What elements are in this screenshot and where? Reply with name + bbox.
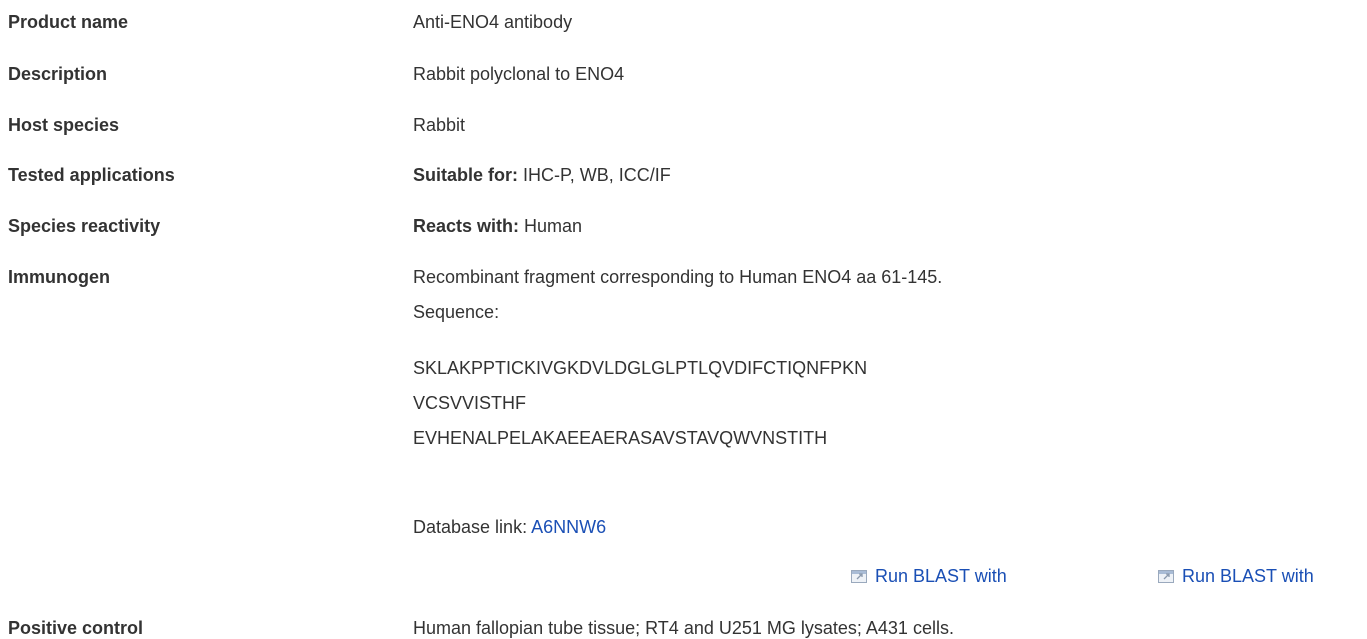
immunogen-label: Immunogen [8,267,110,287]
reacts-with-prefix: Reacts with: [413,216,520,236]
run-blast-label: Run BLAST with [875,566,1007,586]
immunogen-text: Recombinant fragment corresponding to Hu… [413,267,943,287]
run-blast-label: Run BLAST with [1182,566,1314,586]
sequence-label: Sequence: [413,302,500,322]
suitable-for-prefix: Suitable for: [413,165,519,185]
tested-applications-label: Tested applications [8,165,175,185]
species-reactivity-label: Species reactivity [8,216,161,236]
product-name-value: Anti-ENO4 antibody [413,12,573,32]
description-value: Rabbit polyclonal to ENO4 [413,64,625,84]
sequence-line: SKLAKPPTICKIVGKDVLDGLGLPTLQVDIFCTIQNFPKN [413,358,868,378]
external-link-icon [851,569,867,583]
sequence-block: SKLAKPPTICKIVGKDVLDGLGLPTLQVDIFCTIQNFPKN… [413,351,867,456]
applications-list: IHC-P, WB, ICC/IF [523,165,671,185]
sequence-line: VCSVVISTHF [413,393,527,413]
external-link-icon [1158,569,1174,583]
run-blast-link-1[interactable]: Run BLAST with [851,566,1007,587]
run-blast-link-2[interactable]: Run BLAST with [1158,566,1314,587]
positive-control-value: Human fallopian tube tissue; RT4 and U25… [413,618,954,638]
positive-control-label: Positive control [8,618,144,638]
description-label: Description [8,64,108,84]
product-name-label: Product name [8,12,129,32]
database-link-row: Database link: A6NNW6 [413,517,606,538]
database-link-label: Database link: [413,517,528,537]
species-reactivity-value: Reacts with: Human [413,216,582,237]
reactivity-species: Human [524,216,583,236]
tested-applications-value: Suitable for: IHC-P, WB, ICC/IF [413,165,671,186]
database-link-a6nnw6[interactable]: A6NNW6 [531,517,606,537]
sequence-line: EVHENALPELAKAEEAERASAVSTAVQWVNSTITH [413,428,828,448]
host-species-value: Rabbit [413,115,466,135]
host-species-label: Host species [8,115,120,135]
